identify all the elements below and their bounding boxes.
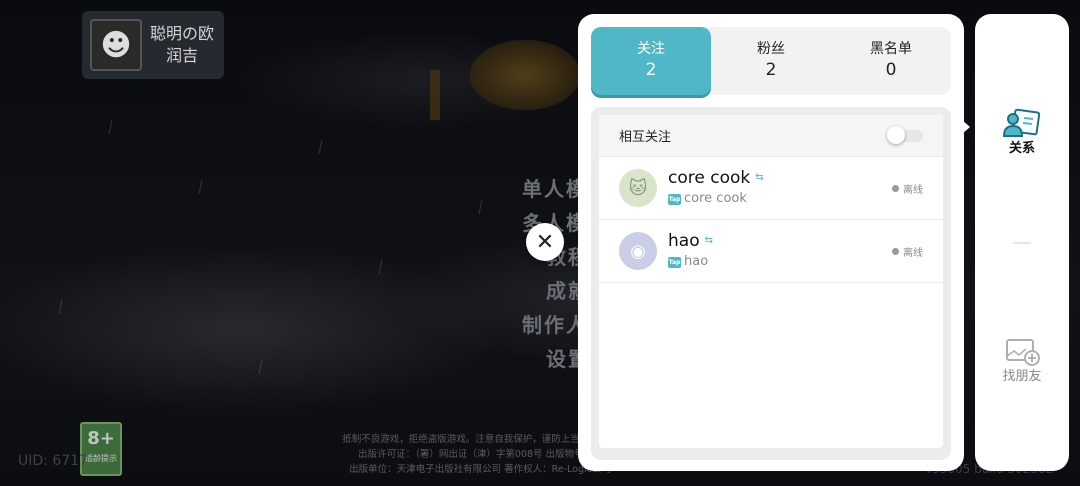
- rain-streak: [318, 140, 323, 154]
- friend-list[interactable]: 相互关注 🐱 core cook ⇆ Tap core cook 离线 ◉ ha…: [599, 115, 943, 448]
- tap-icon: Tap: [668, 256, 681, 268]
- list-item[interactable]: ◉ hao ⇆ Tap hao 离线: [599, 220, 943, 283]
- active-nav-pointer: [962, 120, 970, 134]
- cat-avatar: 🐱: [619, 169, 657, 207]
- uid-label: UID: 6717: [18, 453, 88, 469]
- nav-relations-label: 关系: [1008, 141, 1035, 156]
- rain-streak: [198, 180, 203, 194]
- tab-count: 2: [645, 60, 657, 80]
- tab-followers[interactable]: 粉丝 2: [711, 27, 831, 95]
- nav-divider: [1013, 242, 1031, 244]
- tab-following[interactable]: 关注 2: [591, 27, 711, 95]
- offline-dot-icon: [892, 184, 899, 192]
- status-badge: 离线: [892, 244, 923, 259]
- contacts-icon: [1002, 108, 1041, 137]
- tab-label: 关注: [637, 41, 665, 57]
- offline-dot-icon: [892, 247, 899, 255]
- player-profile[interactable]: ☻ 聪明の欧 润吉: [82, 11, 224, 79]
- nav-find-friends[interactable]: 找朋友: [975, 336, 1069, 386]
- status-text: 离线: [903, 184, 923, 196]
- friends-panel: 关注 2 粉丝 2 黑名单 0 相互关注 🐱 core cook ⇆ Tap c…: [578, 14, 964, 471]
- status-badge: 离线: [892, 181, 923, 196]
- tab-label: 粉丝: [757, 41, 785, 57]
- mutual-follow-row: 相互关注: [599, 115, 943, 157]
- friend-name: core cook: [668, 168, 751, 188]
- status-text: 离线: [903, 247, 923, 259]
- logo-tree: [430, 70, 440, 120]
- list-item[interactable]: 🐱 core cook ⇆ Tap core cook 离线: [599, 157, 943, 220]
- player-name-line2: 润吉: [166, 46, 199, 65]
- rain-streak: [108, 120, 113, 134]
- toggle-knob: [887, 125, 905, 144]
- relation-tabs: 关注 2 粉丝 2 黑名单 0: [591, 27, 951, 95]
- player-name-line1: 聪明の欧: [150, 24, 215, 43]
- close-button[interactable]: ✕: [526, 223, 564, 261]
- side-nav: 关系 找朋友: [975, 14, 1069, 471]
- rain-streak: [478, 200, 483, 214]
- friend-tap-name: hao: [684, 254, 709, 269]
- nav-find-friends-label: 找朋友: [1002, 369, 1042, 384]
- tap-icon: Tap: [668, 193, 681, 205]
- friend-tap-name: core cook: [684, 191, 747, 206]
- mutual-sync-icon: ⇆: [704, 235, 713, 246]
- rain-streak: [378, 260, 383, 274]
- mutual-sync-icon: ⇆: [755, 172, 764, 183]
- rain-streak: [58, 300, 63, 314]
- age-rating: 8+: [87, 428, 115, 449]
- tab-count: 2: [765, 60, 777, 80]
- friend-list-container: 相互关注 🐱 core cook ⇆ Tap core cook 离线 ◉ ha…: [591, 107, 951, 460]
- mutual-follow-label: 相互关注: [619, 130, 672, 145]
- tab-blacklist[interactable]: 黑名单 0: [831, 27, 951, 95]
- close-icon: ✕: [535, 229, 555, 255]
- tab-count: 0: [885, 60, 897, 80]
- tab-label: 黑名单: [870, 41, 912, 57]
- friend-name: hao: [668, 231, 700, 251]
- player-avatar: ☻: [90, 19, 142, 71]
- rain-streak: [258, 360, 263, 374]
- robot-avatar: ◉: [619, 232, 657, 270]
- add-friend-icon: [1006, 339, 1040, 366]
- nav-relations[interactable]: 关系: [975, 108, 1069, 158]
- game-logo: [470, 40, 580, 110]
- mutual-follow-toggle[interactable]: [887, 125, 923, 144]
